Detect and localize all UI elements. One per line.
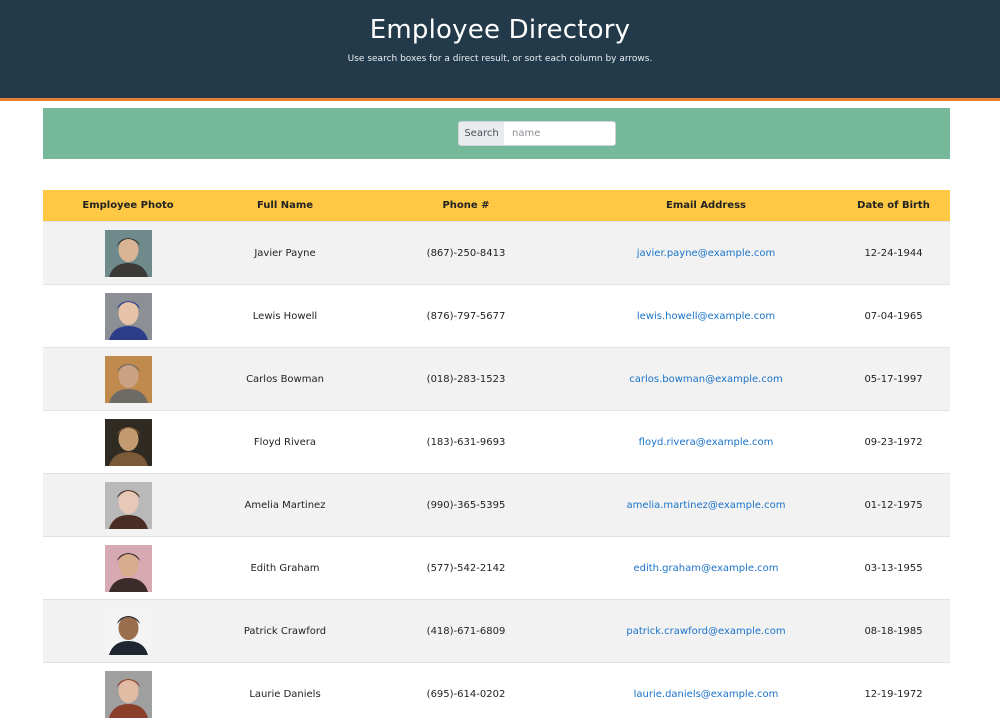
email-cell: lewis.howell@example.com [575, 311, 837, 322]
date-of-birth: 09-23-1972 [864, 436, 923, 448]
phone-number: (876)-797-5677 [426, 310, 506, 322]
page-title: Employee Directory [369, 15, 631, 45]
email-link[interactable]: lewis.howell@example.com [637, 311, 775, 322]
date-of-birth: 08-18-1985 [864, 625, 923, 637]
photo-cell [43, 544, 213, 592]
table-row: Edith Graham (577)-542-2142 edith.graham@e… [43, 536, 950, 599]
employee-photo [104, 418, 152, 466]
employee-photo [104, 481, 152, 529]
photo-cell [43, 292, 213, 340]
employee-photo [104, 229, 152, 277]
employee-photo [104, 670, 152, 718]
date-of-birth: 07-04-1965 [864, 310, 923, 322]
email-link[interactable]: amelia.martinez@example.com [627, 500, 786, 511]
table-row: Amelia Martinez (990)-365-5395 amelia.mart… [43, 473, 950, 536]
page-header: Employee Directory Use search boxes for … [0, 0, 1000, 101]
employee-photo [104, 544, 152, 592]
photo-cell [43, 229, 213, 277]
full-name: Carlos Bowman [246, 373, 324, 385]
employee-table: Employee Photo Full Name Phone # Email A… [43, 190, 950, 725]
table-row: Lewis Howell (876)-797-5677 lewis.howell@e… [43, 284, 950, 347]
full-name: Amelia Martinez [244, 499, 326, 511]
email-link[interactable]: carlos.bowman@example.com [629, 374, 782, 385]
full-name: Lewis Howell [252, 310, 318, 322]
column-header-name[interactable]: Full Name [213, 200, 357, 211]
email-link[interactable]: laurie.daniels@example.com [634, 689, 779, 700]
column-header-dob[interactable]: Date of Birth [837, 200, 950, 211]
email-cell: carlos.bowman@example.com [575, 374, 837, 385]
search-bar: Search [43, 108, 950, 159]
phone-number: (990)-365-5395 [426, 499, 506, 511]
search-input[interactable] [504, 121, 616, 146]
page-subtitle: Use search boxes for a direct result, or… [347, 54, 653, 64]
phone-number: (577)-542-2142 [426, 562, 506, 574]
table-row: Floyd Rivera (183)-631-9693 floyd.rivera@e… [43, 410, 950, 473]
email-cell: floyd.rivera@example.com [575, 437, 837, 448]
employee-photo [104, 355, 152, 403]
date-of-birth: 05-17-1997 [864, 373, 923, 385]
column-header-photo[interactable]: Employee Photo [43, 200, 213, 211]
full-name: Floyd Rivera [253, 436, 317, 448]
date-of-birth: 03-13-1955 [864, 562, 923, 574]
table-header-row: Employee Photo Full Name Phone # Email A… [43, 190, 950, 221]
phone-number: (018)-283-1523 [426, 373, 506, 385]
full-name: Patrick Crawford [243, 625, 327, 637]
photo-cell [43, 481, 213, 529]
phone-number: (695)-614-0202 [426, 688, 506, 700]
date-of-birth: 01-12-1975 [864, 499, 923, 511]
photo-cell [43, 418, 213, 466]
email-cell: amelia.martinez@example.com [575, 500, 837, 511]
table-body: Javier Payne (867)-250-8413 javier.payne@e… [43, 221, 950, 725]
email-cell: javier.payne@example.com [575, 248, 837, 259]
column-header-email[interactable]: Email Address [575, 200, 837, 211]
search-label: Search [458, 121, 504, 146]
full-name: Laurie Daniels [249, 688, 321, 700]
employee-photo [104, 607, 152, 655]
search-group: Search [458, 121, 616, 146]
table-row: Laurie Daniels (695)-614-0202 laurie.danie… [43, 662, 950, 725]
table-row: Carlos Bowman (018)-283-1523 carlos.bowman… [43, 347, 950, 410]
table-row: Javier Payne (867)-250-8413 javier.payne@e… [43, 221, 950, 284]
employee-photo [104, 292, 152, 340]
table-row: Patrick Crawford (418)-671-6809 patrick.cr… [43, 599, 950, 662]
phone-number: (183)-631-9693 [426, 436, 506, 448]
email-link[interactable]: floyd.rivera@example.com [639, 437, 774, 448]
email-cell: patrick.crawford@example.com [575, 626, 837, 637]
email-cell: edith.graham@example.com [575, 563, 837, 574]
photo-cell [43, 355, 213, 403]
full-name: Edith Graham [250, 562, 320, 574]
phone-number: (867)-250-8413 [426, 247, 506, 259]
email-link[interactable]: patrick.crawford@example.com [626, 626, 785, 637]
email-link[interactable]: edith.graham@example.com [633, 563, 778, 574]
date-of-birth: 12-24-1944 [864, 247, 923, 259]
date-of-birth: 12-19-1972 [864, 688, 923, 700]
photo-cell [43, 670, 213, 718]
email-link[interactable]: javier.payne@example.com [637, 248, 776, 259]
phone-number: (418)-671-6809 [426, 625, 506, 637]
full-name: Javier Payne [254, 247, 316, 259]
column-header-phone[interactable]: Phone # [357, 200, 575, 211]
email-cell: laurie.daniels@example.com [575, 689, 837, 700]
photo-cell [43, 607, 213, 655]
